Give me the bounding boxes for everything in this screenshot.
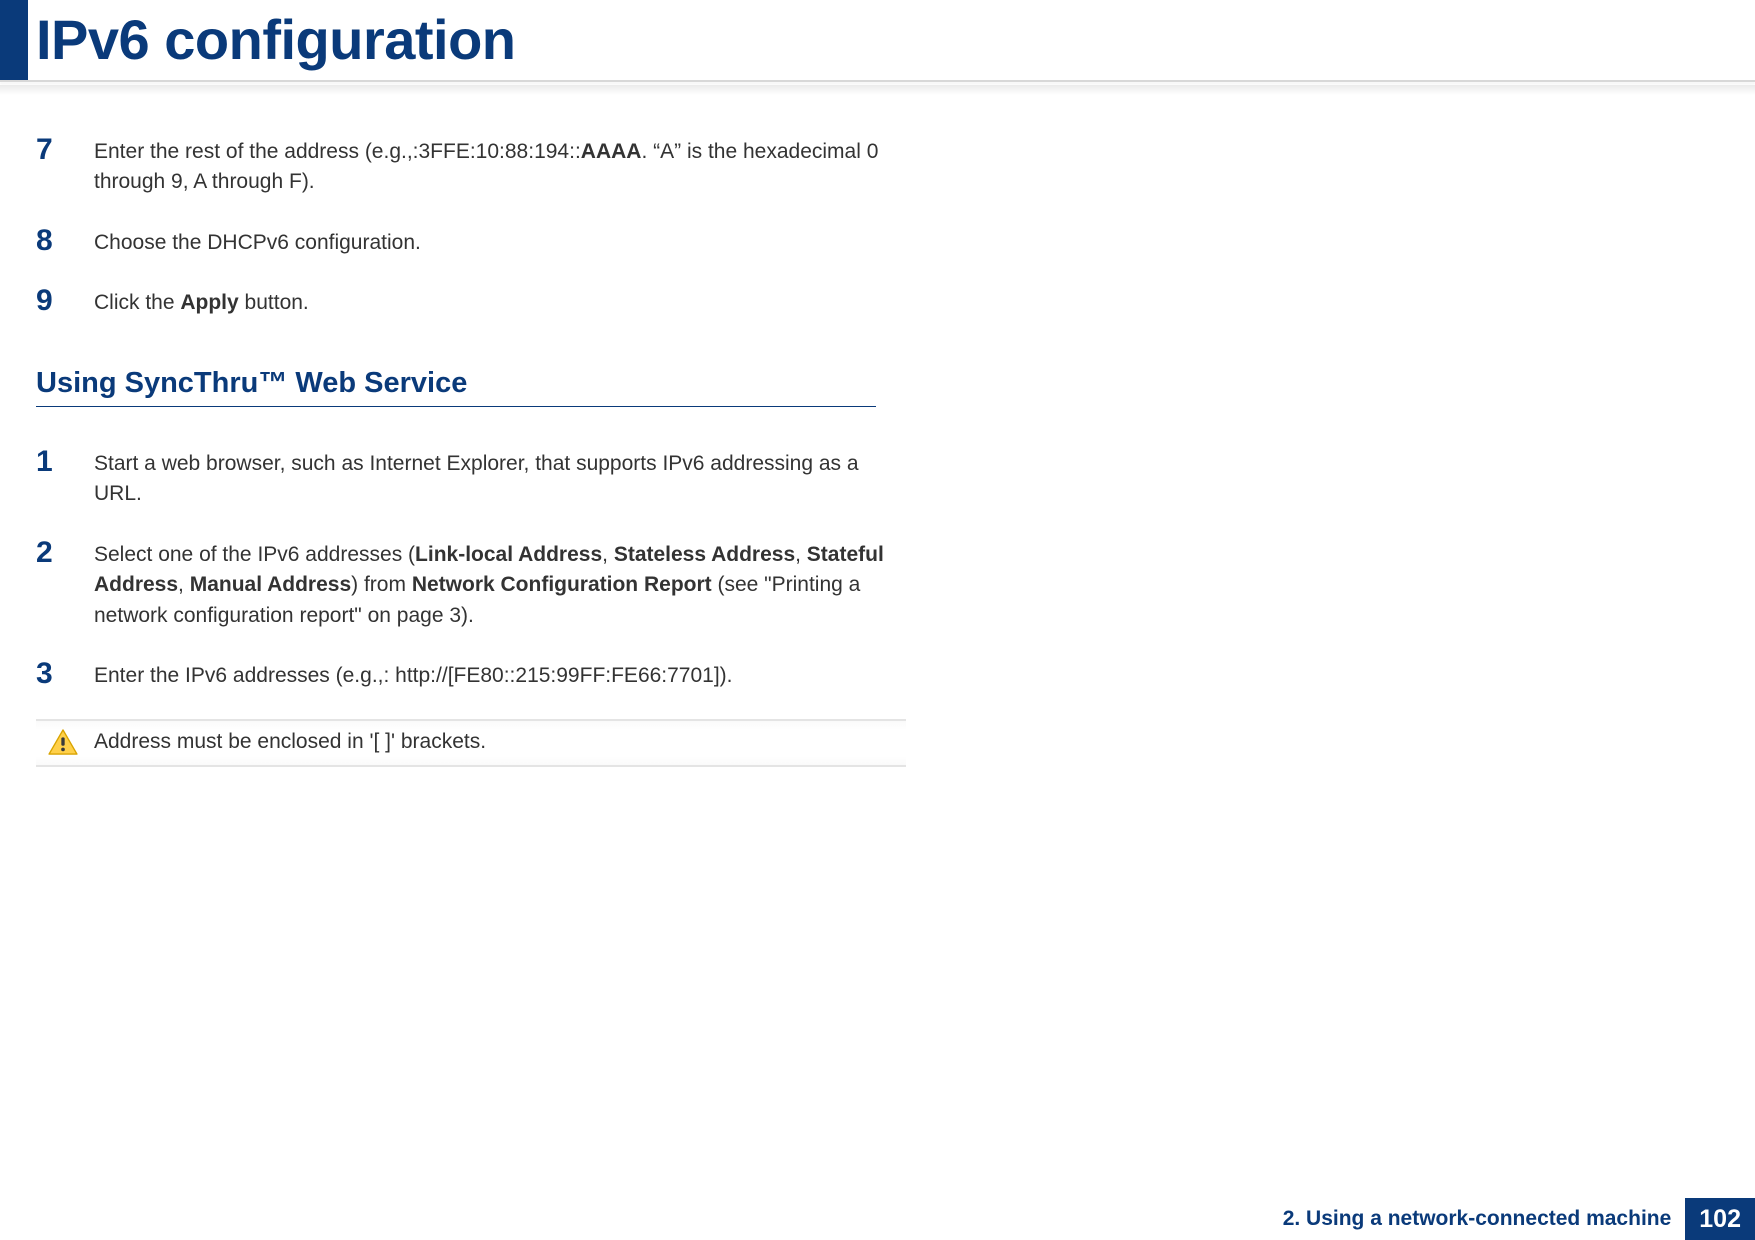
bold-text: Stateless Address [614,543,795,566]
step-text: Click the Apply button. [94,286,309,318]
step-text: Enter the rest of the address (e.g.,:3FF… [94,135,884,198]
title-bar: IPv6 configuration [0,0,1755,80]
step-text: Select one of the IPv6 addresses (Link-l… [94,538,884,631]
steps-top: 7Enter the rest of the address (e.g.,:3F… [36,135,884,319]
step-number: 7 [36,135,94,165]
footer-chapter: 2. Using a network-connected machine [1269,1198,1686,1240]
step-number: 1 [36,447,94,477]
plain-text: Select one of the IPv6 addresses ( [94,543,415,566]
plain-text: button. [239,291,309,314]
bold-text: Manual Address [190,573,351,596]
note-box: Address must be enclosed in '[ ]' bracke… [36,719,906,767]
page-title: IPv6 configuration [28,0,516,80]
step-text: Start a web browser, such as Internet Ex… [94,447,884,510]
step-row: 2Select one of the IPv6 addresses (Link-… [36,538,884,631]
plain-text: , [602,543,614,566]
plain-text: Choose the DHCPv6 configuration. [94,231,421,254]
step-row: 8Choose the DHCPv6 configuration. [36,226,884,258]
plain-text: , [795,543,807,566]
note-text: Address must be enclosed in '[ ]' bracke… [94,730,486,754]
plain-text: , [178,573,190,596]
step-text: Choose the DHCPv6 configuration. [94,226,421,258]
step-row: 9Click the Apply button. [36,286,884,318]
bold-text: Link-local Address [415,543,602,566]
bold-text: Apply [180,291,238,314]
warning-icon [48,729,78,755]
subheading-section: Using SyncThru™ Web Service [36,367,884,407]
step-row: 7Enter the rest of the address (e.g.,:3F… [36,135,884,198]
step-number: 3 [36,659,94,689]
footer-page-number: 102 [1685,1198,1755,1240]
plain-text: Click the [94,291,180,314]
title-shadow [0,85,1755,95]
title-accent-block [0,0,28,80]
subheading-text: Using SyncThru™ Web Service [36,367,884,406]
bold-text: Network Configuration Report [412,573,712,596]
step-number: 2 [36,538,94,568]
plain-text: Enter the rest of the address (e.g.,:3FF… [94,140,581,163]
footer: 2. Using a network-connected machine 102 [1269,1198,1755,1240]
subheading-underline [36,406,876,407]
bold-text: AAAA [581,140,642,163]
title-underline [0,80,1755,82]
steps-bottom: 1Start a web browser, such as Internet E… [36,447,884,692]
step-row: 1Start a web browser, such as Internet E… [36,447,884,510]
plain-text: Start a web browser, such as Internet Ex… [94,452,859,505]
step-number: 9 [36,286,94,316]
page-root: IPv6 configuration 7Enter the rest of th… [0,0,1755,1240]
plain-text: ) from [351,573,412,596]
step-row: 3Enter the IPv6 addresses (e.g.,: http:/… [36,659,884,691]
plain-text: Enter the IPv6 addresses (e.g.,: http://… [94,664,733,687]
content-column: 7Enter the rest of the address (e.g.,:3F… [0,95,920,767]
step-text: Enter the IPv6 addresses (e.g.,: http://… [94,659,733,691]
step-number: 8 [36,226,94,256]
